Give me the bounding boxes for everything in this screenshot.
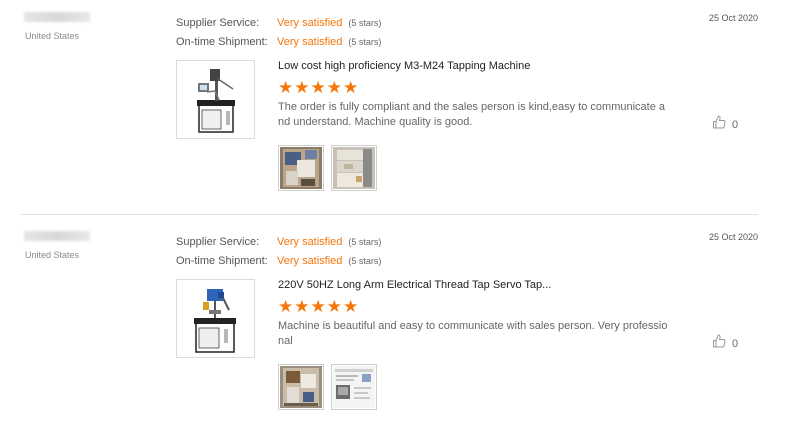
buyer-name-redacted: [24, 12, 90, 22]
buyer-info: United States: [16, 231, 96, 260]
star-rating: ★ ★ ★ ★ ★: [278, 78, 359, 97]
buyer-name-redacted: [24, 231, 90, 241]
buyer-country: United States: [25, 31, 80, 41]
star-icon: ★: [278, 297, 294, 316]
tapping-machine-blue-icon[interactable]: [176, 279, 255, 358]
buyer-country: United States: [25, 250, 80, 260]
review-divider: [20, 214, 758, 215]
star-icon: ★: [343, 78, 359, 97]
supplier-service-stars: (5 stars): [348, 236, 382, 247]
review-item: United States Supplier Service: Very sat…: [0, 219, 800, 429]
rating-summary: Supplier Service: Very satisfied (5 star…: [176, 13, 381, 51]
rating-summary: Supplier Service: Very satisfied (5 star…: [176, 232, 381, 270]
star-icon: ★: [278, 78, 294, 97]
star-icon: ★: [294, 297, 310, 316]
tapping-machine-gray-icon[interactable]: [176, 60, 255, 139]
product-title-link[interactable]: Low cost high proficiency M3-M24 Tapping…: [278, 60, 530, 72]
supplier-service-stars: (5 stars): [348, 17, 382, 28]
screenshot-photo-icon[interactable]: [331, 364, 377, 410]
supplier-service-value: Very satisfied: [277, 16, 343, 29]
ontime-shipment-label: On-time Shipment:: [176, 254, 268, 267]
like-button[interactable]: 0: [712, 115, 738, 134]
supplier-service-label: Supplier Service:: [176, 16, 260, 29]
star-icon: ★: [343, 297, 359, 316]
review-comment: The order is fully compliant and the sal…: [278, 101, 666, 128]
review-comment: Machine is beautiful and easy to communi…: [278, 320, 668, 347]
thumbs-up-icon[interactable]: [712, 334, 726, 353]
like-count: 0: [732, 337, 739, 350]
package-photo-icon[interactable]: [278, 364, 324, 410]
thumbs-up-icon[interactable]: [712, 115, 726, 134]
supplier-service-label: Supplier Service:: [176, 235, 260, 248]
review-photos: [278, 145, 377, 191]
ontime-shipment-stars: (5 stars): [348, 255, 382, 266]
box-photo-icon[interactable]: [278, 145, 324, 191]
buyer-info: United States: [16, 12, 96, 41]
star-icon: ★: [294, 78, 310, 97]
ontime-shipment-label: On-time Shipment:: [176, 35, 268, 48]
ontime-shipment-value: Very satisfied: [277, 254, 343, 267]
supplier-service-row: Supplier Service: Very satisfied (5 star…: [176, 13, 381, 32]
ontime-shipment-row: On-time Shipment: Very satisfied (5 star…: [176, 32, 381, 51]
like-count: 0: [732, 118, 739, 131]
review-photos: [278, 364, 377, 410]
ontime-shipment-stars: (5 stars): [348, 36, 382, 47]
star-icon: ★: [310, 78, 326, 97]
ontime-shipment-row: On-time Shipment: Very satisfied (5 star…: [176, 251, 381, 270]
like-button[interactable]: 0: [712, 334, 738, 353]
crate-photo-icon[interactable]: [331, 145, 377, 191]
star-icon: ★: [326, 297, 342, 316]
ontime-shipment-value: Very satisfied: [277, 35, 343, 48]
supplier-service-row: Supplier Service: Very satisfied (5 star…: [176, 232, 381, 251]
review-item: United States Supplier Service: Very sat…: [0, 0, 800, 210]
star-icon: ★: [310, 297, 326, 316]
star-rating: ★ ★ ★ ★ ★: [278, 297, 359, 316]
product-title-link[interactable]: 220V 50HZ Long Arm Electrical Thread Tap…: [278, 279, 551, 291]
star-icon: ★: [326, 78, 342, 97]
review-date: 25 Oct 2020: [708, 232, 758, 242]
review-date: 25 Oct 2020: [708, 13, 758, 23]
supplier-service-value: Very satisfied: [277, 235, 343, 248]
